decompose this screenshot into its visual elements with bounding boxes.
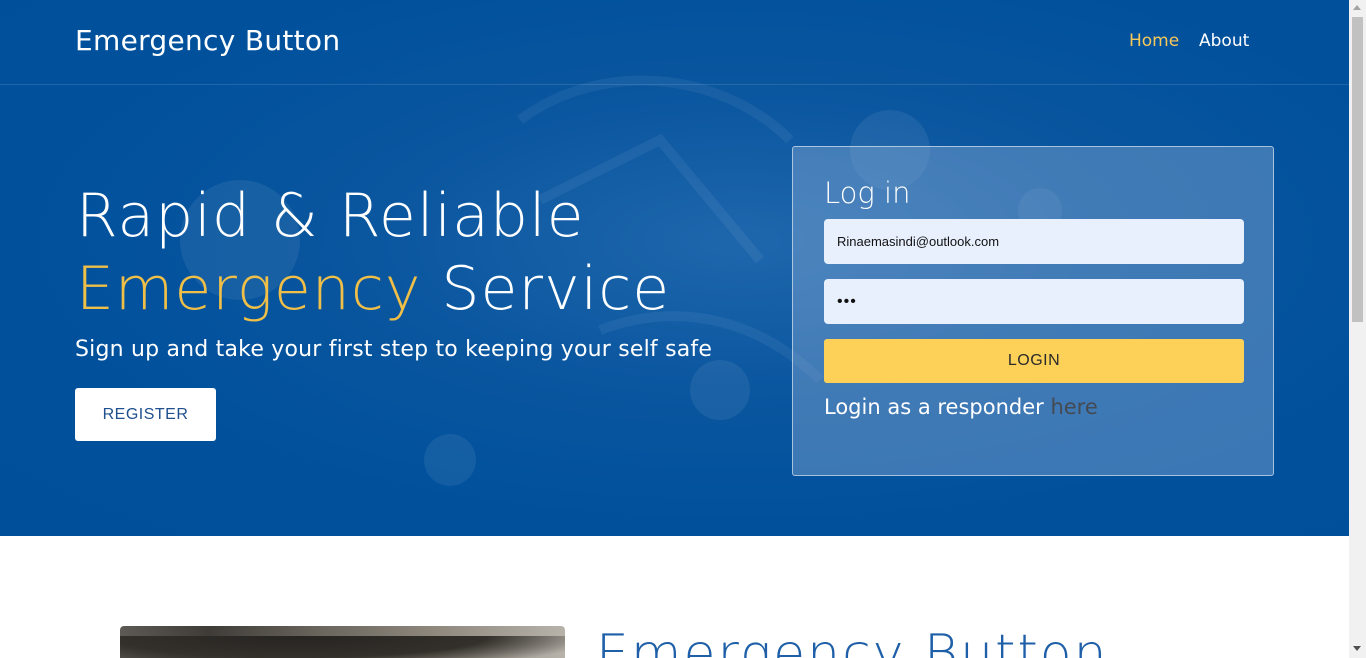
- nav-link-about[interactable]: About: [1199, 31, 1249, 51]
- password-field-value: •••: [837, 292, 857, 310]
- hero-subtitle: Sign up and take your first step to keep…: [75, 337, 713, 362]
- responder-label: Login as a responder: [824, 395, 1051, 419]
- hero-section: Emergency Button Home About Rapid & Reli…: [0, 0, 1349, 536]
- page: Emergency Button Home About Rapid & Reli…: [0, 0, 1349, 658]
- email-field-value: Rinaemasindi@outlook.com: [837, 234, 1000, 249]
- login-title: Log in: [824, 176, 911, 210]
- login-button[interactable]: LOGIN: [824, 339, 1244, 383]
- vertical-scrollbar[interactable]: [1349, 0, 1366, 658]
- section-heading: Emergency Button: [596, 624, 1109, 658]
- feature-photo: [120, 626, 565, 658]
- register-button[interactable]: REGISTER: [75, 388, 216, 441]
- scroll-up-arrow-icon[interactable]: [1353, 5, 1361, 10]
- brand-logo[interactable]: Emergency Button: [75, 24, 340, 57]
- headline-line-2-rest: Service: [421, 254, 671, 324]
- nav-link-home[interactable]: Home: [1129, 31, 1179, 51]
- responder-login-link[interactable]: here: [1050, 395, 1097, 419]
- login-card: Log in Rinaemasindi@outlook.com ••• LOGI…: [792, 146, 1274, 476]
- headline-accent-word: Emergency: [76, 254, 422, 324]
- scrollbar-thumb[interactable]: [1352, 17, 1363, 322]
- top-navbar: Emergency Button Home About: [0, 0, 1349, 85]
- password-field[interactable]: •••: [824, 279, 1244, 324]
- responder-login-text: Login as a responder here: [824, 395, 1098, 419]
- email-field[interactable]: Rinaemasindi@outlook.com: [824, 219, 1244, 264]
- headline-line-1: Rapid & Reliable: [76, 181, 585, 251]
- hero-headline: Rapid & Reliable Emergency Service: [76, 180, 670, 326]
- scroll-down-arrow-icon[interactable]: [1353, 646, 1361, 651]
